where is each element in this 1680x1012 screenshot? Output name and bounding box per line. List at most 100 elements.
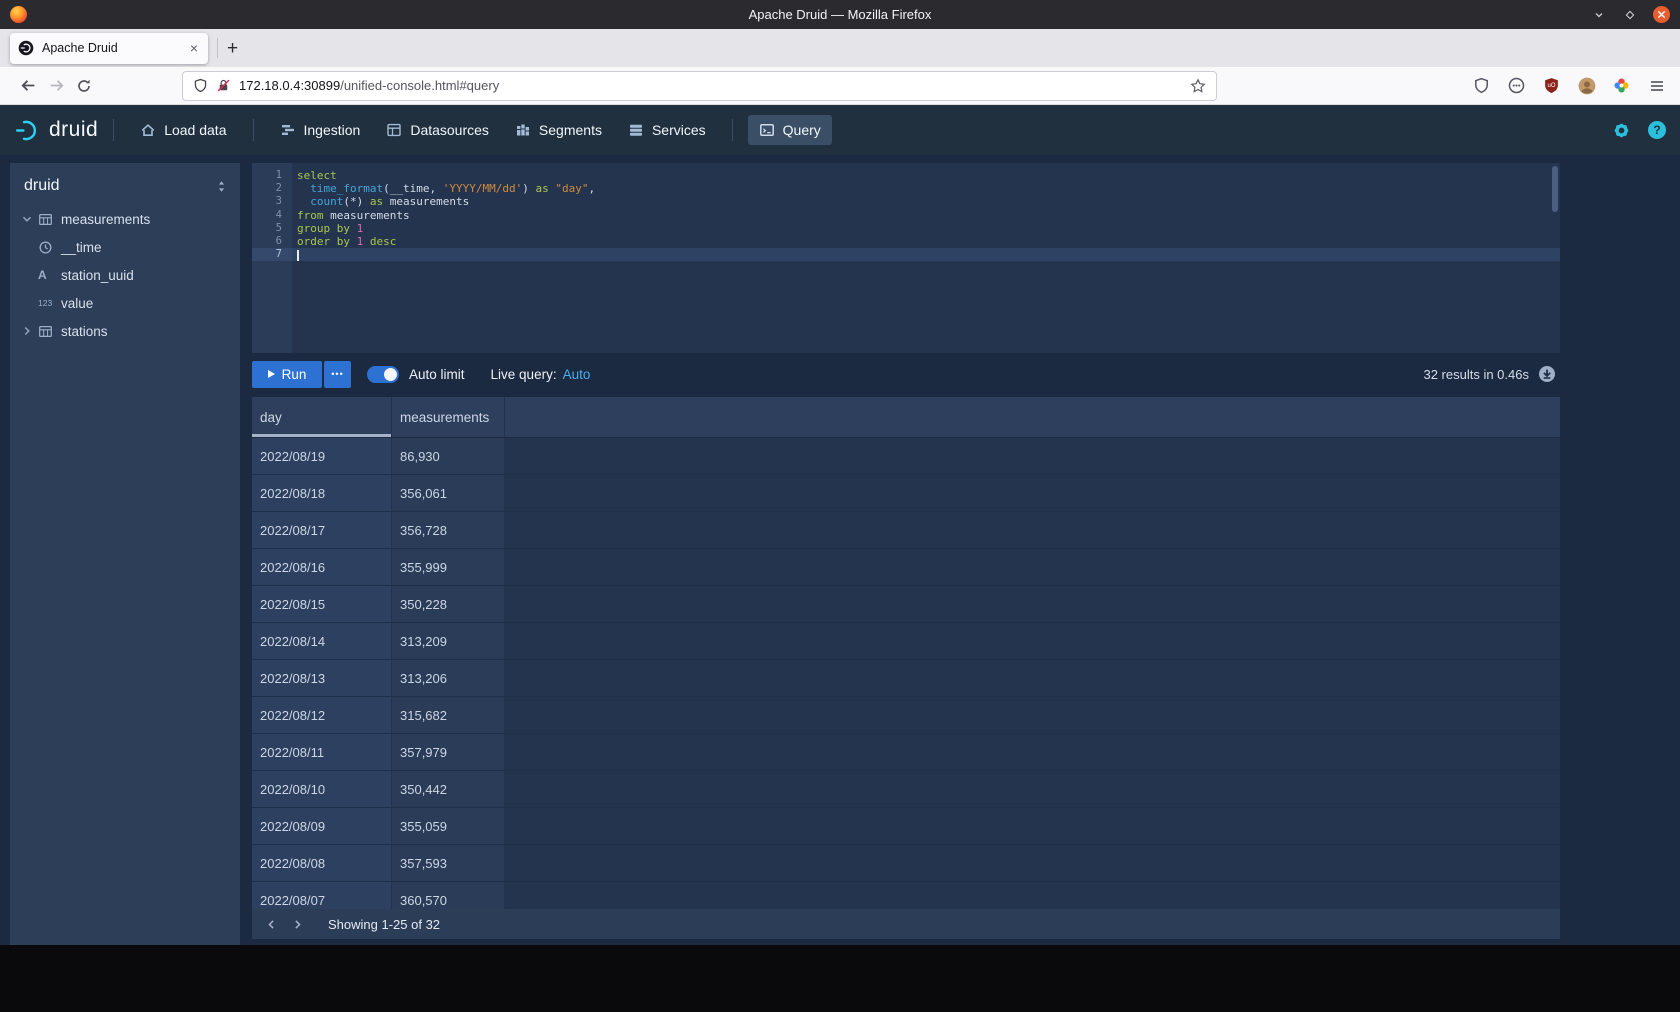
table-cell[interactable]: 355,059 (392, 808, 505, 844)
schema-sidebar: druid measurements__timeAstation_uuid123… (10, 163, 240, 945)
table-cell[interactable]: 357,593 (392, 845, 505, 881)
code-line[interactable]: count(*) as measurements (292, 195, 1560, 208)
table-icon (38, 212, 58, 227)
table-cell[interactable]: 357,979 (392, 734, 505, 770)
tree-item-stations[interactable]: stations (10, 317, 240, 345)
table-cell[interactable]: 2022/08/11 (252, 734, 392, 770)
scrollbar-thumb[interactable] (1552, 166, 1558, 212)
nav-ingestion[interactable]: Ingestion (269, 115, 372, 145)
download-icon[interactable] (1538, 365, 1556, 383)
results-table: daymeasurements 2022/08/1986,9302022/08/… (252, 397, 1560, 909)
sort-double-caret-icon[interactable] (215, 180, 228, 193)
query-icon (759, 122, 775, 138)
row-filler (505, 438, 1560, 474)
nav-label: Segments (539, 122, 602, 138)
table-cell[interactable]: 350,442 (392, 771, 505, 807)
settings-gear-icon[interactable] (1612, 121, 1631, 140)
row-filler (505, 660, 1560, 696)
run-button[interactable]: Run (252, 361, 322, 388)
auto-limit-toggle[interactable] (367, 366, 399, 383)
editor-code[interactable]: select time_format(__time, 'YYYY/MM/dd')… (292, 163, 1560, 353)
previous-page-button[interactable] (258, 911, 284, 937)
nav-services[interactable]: Services (617, 115, 717, 145)
reload-button[interactable] (70, 72, 98, 100)
code-line[interactable]: order by 1 desc (292, 235, 1560, 248)
table-cell[interactable]: 86,930 (392, 438, 505, 474)
next-page-button[interactable] (284, 911, 310, 937)
druid-brand[interactable]: druid (14, 117, 98, 144)
tree-item---time[interactable]: __time (10, 233, 240, 261)
nav-datasources[interactable]: Datasources (375, 115, 500, 145)
window-titlebar: Apache Druid — Mozilla Firefox (0, 0, 1680, 29)
table-cell[interactable]: 360,570 (392, 882, 505, 909)
table-cell[interactable]: 350,228 (392, 586, 505, 622)
table-row: 2022/08/11357,979 (252, 734, 1560, 771)
bookmark-star-icon[interactable] (1190, 78, 1206, 94)
tree-label: measurements (61, 212, 150, 227)
chevron-right-icon[interactable] (20, 324, 38, 338)
table-cell[interactable]: 2022/08/09 (252, 808, 392, 844)
table-cell[interactable]: 2022/08/19 (252, 438, 392, 474)
row-filler (505, 512, 1560, 548)
menu-icon[interactable] (1647, 76, 1666, 95)
column-header-day[interactable]: day (252, 397, 392, 437)
chevron-down-icon[interactable] (20, 212, 38, 226)
tree-item-station-uuid[interactable]: Astation_uuid (10, 261, 240, 289)
code-line[interactable]: select (292, 169, 1560, 182)
sql-editor[interactable]: 1234567 select time_format(__time, 'YYYY… (252, 163, 1560, 353)
extension-pinwheel-icon[interactable] (1612, 76, 1631, 95)
table-cell[interactable]: 315,682 (392, 697, 505, 733)
table-cell[interactable]: 356,061 (392, 475, 505, 511)
privacy-shield-icon[interactable] (1472, 76, 1491, 95)
code-line[interactable]: from measurements (292, 209, 1560, 222)
nav-segments[interactable]: Segments (504, 115, 613, 145)
run-more-button[interactable]: ••• (324, 361, 351, 388)
table-cell[interactable]: 2022/08/10 (252, 771, 392, 807)
tree-item-value[interactable]: 123value (10, 289, 240, 317)
window-close-button[interactable] (1653, 6, 1670, 23)
window-minimize-icon[interactable] (1591, 7, 1607, 23)
url-bar[interactable]: 172.18.0.4:30899/unified-console.html#qu… (182, 71, 1217, 101)
container-circle-icon[interactable] (1507, 76, 1526, 95)
table-cell[interactable]: 356,728 (392, 512, 505, 548)
nav-query[interactable]: Query (748, 115, 832, 145)
browser-tab[interactable]: Apache Druid × (10, 33, 208, 64)
table-cell[interactable]: 355,999 (392, 549, 505, 585)
table-cell[interactable]: 313,209 (392, 623, 505, 659)
table-cell[interactable]: 2022/08/15 (252, 586, 392, 622)
table-cell[interactable]: 2022/08/14 (252, 623, 392, 659)
url-text[interactable]: 172.18.0.4:30899/unified-console.html#qu… (239, 78, 1190, 93)
table-cell[interactable]: 2022/08/08 (252, 845, 392, 881)
window-maximize-icon[interactable] (1622, 7, 1638, 23)
pagination-label: Showing 1-25 of 32 (328, 917, 440, 932)
new-tab-button[interactable]: + (227, 39, 238, 58)
code-line[interactable]: group by 1 (292, 222, 1560, 235)
tracking-protection-shield-icon[interactable] (193, 78, 208, 93)
table-cell[interactable]: 2022/08/17 (252, 512, 392, 548)
forward-button[interactable] (42, 72, 70, 100)
table-cell[interactable]: 2022/08/07 (252, 882, 392, 909)
header-divider (253, 119, 254, 141)
back-button[interactable] (14, 72, 42, 100)
nav-load-data[interactable]: Load data (129, 115, 237, 145)
editor-scrollbar[interactable] (1552, 166, 1558, 350)
code-line[interactable] (292, 248, 1560, 261)
ublock-origin-icon[interactable]: uO (1542, 76, 1561, 95)
tree-item-measurements[interactable]: measurements (10, 205, 240, 233)
tab-close-icon[interactable]: × (188, 40, 200, 56)
header-nav-load: Load data (129, 115, 237, 145)
table-cell[interactable]: 2022/08/13 (252, 660, 392, 696)
insecure-lock-icon[interactable] (216, 78, 231, 93)
table-cell[interactable]: 2022/08/16 (252, 549, 392, 585)
code-line[interactable]: time_format(__time, 'YYYY/MM/dd') as "da… (292, 182, 1560, 195)
brand-name: druid (49, 118, 98, 142)
profile-avatar[interactable] (1577, 76, 1596, 95)
table-row: 2022/08/17356,728 (252, 512, 1560, 549)
table-cell[interactable]: 2022/08/18 (252, 475, 392, 511)
table-cell[interactable]: 2022/08/12 (252, 697, 392, 733)
column-header-measurements[interactable]: measurements (392, 397, 505, 437)
table-cell[interactable]: 313,206 (392, 660, 505, 696)
help-icon[interactable]: ? (1648, 121, 1666, 139)
live-query-value[interactable]: Auto (563, 367, 591, 382)
table-row: 2022/08/14313,209 (252, 623, 1560, 660)
